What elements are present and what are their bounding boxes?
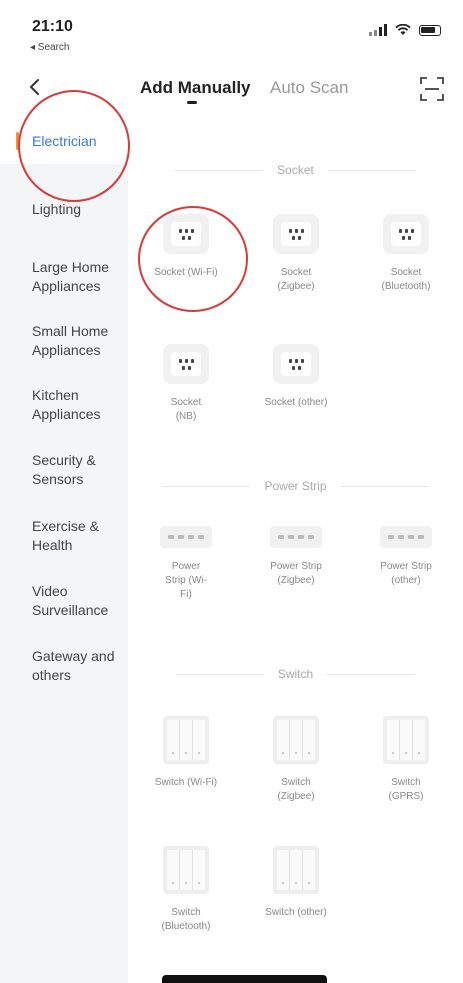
status-back-to-app[interactable]: ◂ Search [30, 42, 69, 53]
sidebar-item-video-surveillance[interactable]: Video Surveillance [0, 582, 128, 620]
socket-icon [273, 344, 319, 384]
power-strip-icon [270, 526, 322, 548]
wall-switch-icon [273, 846, 319, 894]
device-list: Socket Socket (Wi-Fi) Socket (Zigbee) So… [128, 120, 463, 983]
device-switch-zigbee[interactable]: Switch (Zigbee) [246, 716, 346, 804]
wifi-icon [395, 24, 411, 35]
tab-auto-scan[interactable]: Auto Scan [270, 78, 348, 98]
wall-switch-icon [163, 846, 209, 894]
section-title-power-strip: Power Strip [128, 476, 463, 496]
wall-switch-icon [163, 716, 209, 764]
socket-icon [163, 344, 209, 384]
wall-switch-icon [383, 716, 429, 764]
sidebar-item-label: Kitchen Appliances [32, 387, 101, 422]
header: Add Manually Auto Scan [0, 60, 463, 120]
socket-icon [383, 214, 429, 254]
tab-add-manually[interactable]: Add Manually [140, 78, 251, 98]
sidebar-item-label: Security & Sensors [32, 452, 96, 487]
device-label: Power Strip (Zigbee) [270, 561, 322, 586]
power-strip-icon [380, 526, 432, 548]
device-switch-other[interactable]: Switch (other) [246, 846, 346, 920]
device-label: Switch (other) [265, 907, 327, 918]
socket-icon [163, 214, 209, 254]
battery-icon [419, 24, 441, 36]
device-switch-gprs[interactable]: Switch (GPRS) [356, 716, 456, 804]
active-category-bar [16, 132, 19, 150]
status-time: 21:10 [32, 18, 73, 35]
chevron-left-icon [30, 79, 39, 95]
device-label: Socket (NB) [170, 397, 202, 422]
socket-icon [273, 214, 319, 254]
status-bar: 21:10 ◂ Search [0, 0, 463, 60]
power-strip-icon [160, 526, 212, 548]
status-icons [369, 24, 441, 36]
wall-switch-icon [273, 716, 319, 764]
back-button[interactable] [20, 72, 50, 102]
device-power-strip-zigbee[interactable]: Power Strip (Zigbee) [246, 526, 346, 588]
home-indicator [162, 975, 327, 983]
scan-icon[interactable] [419, 76, 445, 102]
cellular-signal-icon [369, 24, 387, 36]
sidebar-item-gateway-others[interactable]: Gateway and others [0, 647, 128, 685]
device-power-strip-wifi[interactable]: Power Strip (Wi-Fi) [136, 526, 236, 602]
device-switch-bluetooth[interactable]: Switch (Bluetooth) [136, 846, 236, 934]
sidebar-item-small-home-appliances[interactable]: Small Home Appliances [0, 322, 128, 360]
sidebar-item-kitchen-appliances[interactable]: Kitchen Appliances [0, 386, 128, 424]
sidebar-item-label: Video Surveillance [32, 583, 109, 618]
device-label: Switch (Zigbee) [277, 777, 315, 802]
device-socket-other[interactable]: Socket (other) [246, 344, 346, 410]
device-socket-bluetooth[interactable]: Socket (Bluetooth) [356, 214, 456, 294]
sidebar-item-security-sensors[interactable]: Security & Sensors [0, 451, 128, 489]
device-power-strip-other[interactable]: Power Strip (other) [356, 526, 456, 588]
sidebar-item-exercise-health[interactable]: Exercise & Health [0, 517, 128, 555]
sidebar-item-label: Lighting [32, 201, 82, 217]
section-title-switch: Switch [128, 664, 463, 684]
device-socket-nb[interactable]: Socket (NB) [136, 344, 236, 424]
sidebar-item-lighting[interactable]: Lighting [0, 200, 128, 219]
device-label: Socket (Zigbee) [277, 267, 315, 292]
section-title-socket: Socket [128, 160, 463, 180]
device-socket-wifi[interactable]: Socket (Wi-Fi) [136, 214, 236, 280]
device-label: Power Strip (other) [380, 561, 432, 586]
sidebar-item-label: Exercise & Health [32, 518, 99, 553]
sidebar-item-electrician[interactable]: Electrician [0, 120, 128, 164]
device-label: Socket (other) [264, 397, 328, 408]
active-tab-indicator [187, 101, 197, 104]
sidebar-item-label: Small Home Appliances [32, 323, 109, 358]
category-sidebar: Electrician Lighting Large Home Applianc… [0, 120, 128, 983]
sidebar-item-label: Gateway and others [32, 648, 115, 683]
sidebar-item-label: Electrician [32, 133, 97, 149]
device-socket-zigbee[interactable]: Socket (Zigbee) [246, 214, 346, 294]
device-label: Switch (Wi-Fi) [154, 777, 218, 788]
sidebar-item-large-home-appliances[interactable]: Large Home Appliances [0, 258, 128, 296]
device-switch-wifi[interactable]: Switch (Wi-Fi) [136, 716, 236, 790]
device-label: Power Strip (Wi-Fi) [165, 561, 207, 600]
device-label: Socket (Wi-Fi) [154, 267, 218, 278]
device-label: Switch (GPRS) [388, 777, 424, 802]
sidebar-item-label: Large Home Appliances [32, 259, 110, 294]
device-label: Socket (Bluetooth) [381, 267, 431, 292]
device-label: Switch (Bluetooth) [161, 907, 211, 932]
